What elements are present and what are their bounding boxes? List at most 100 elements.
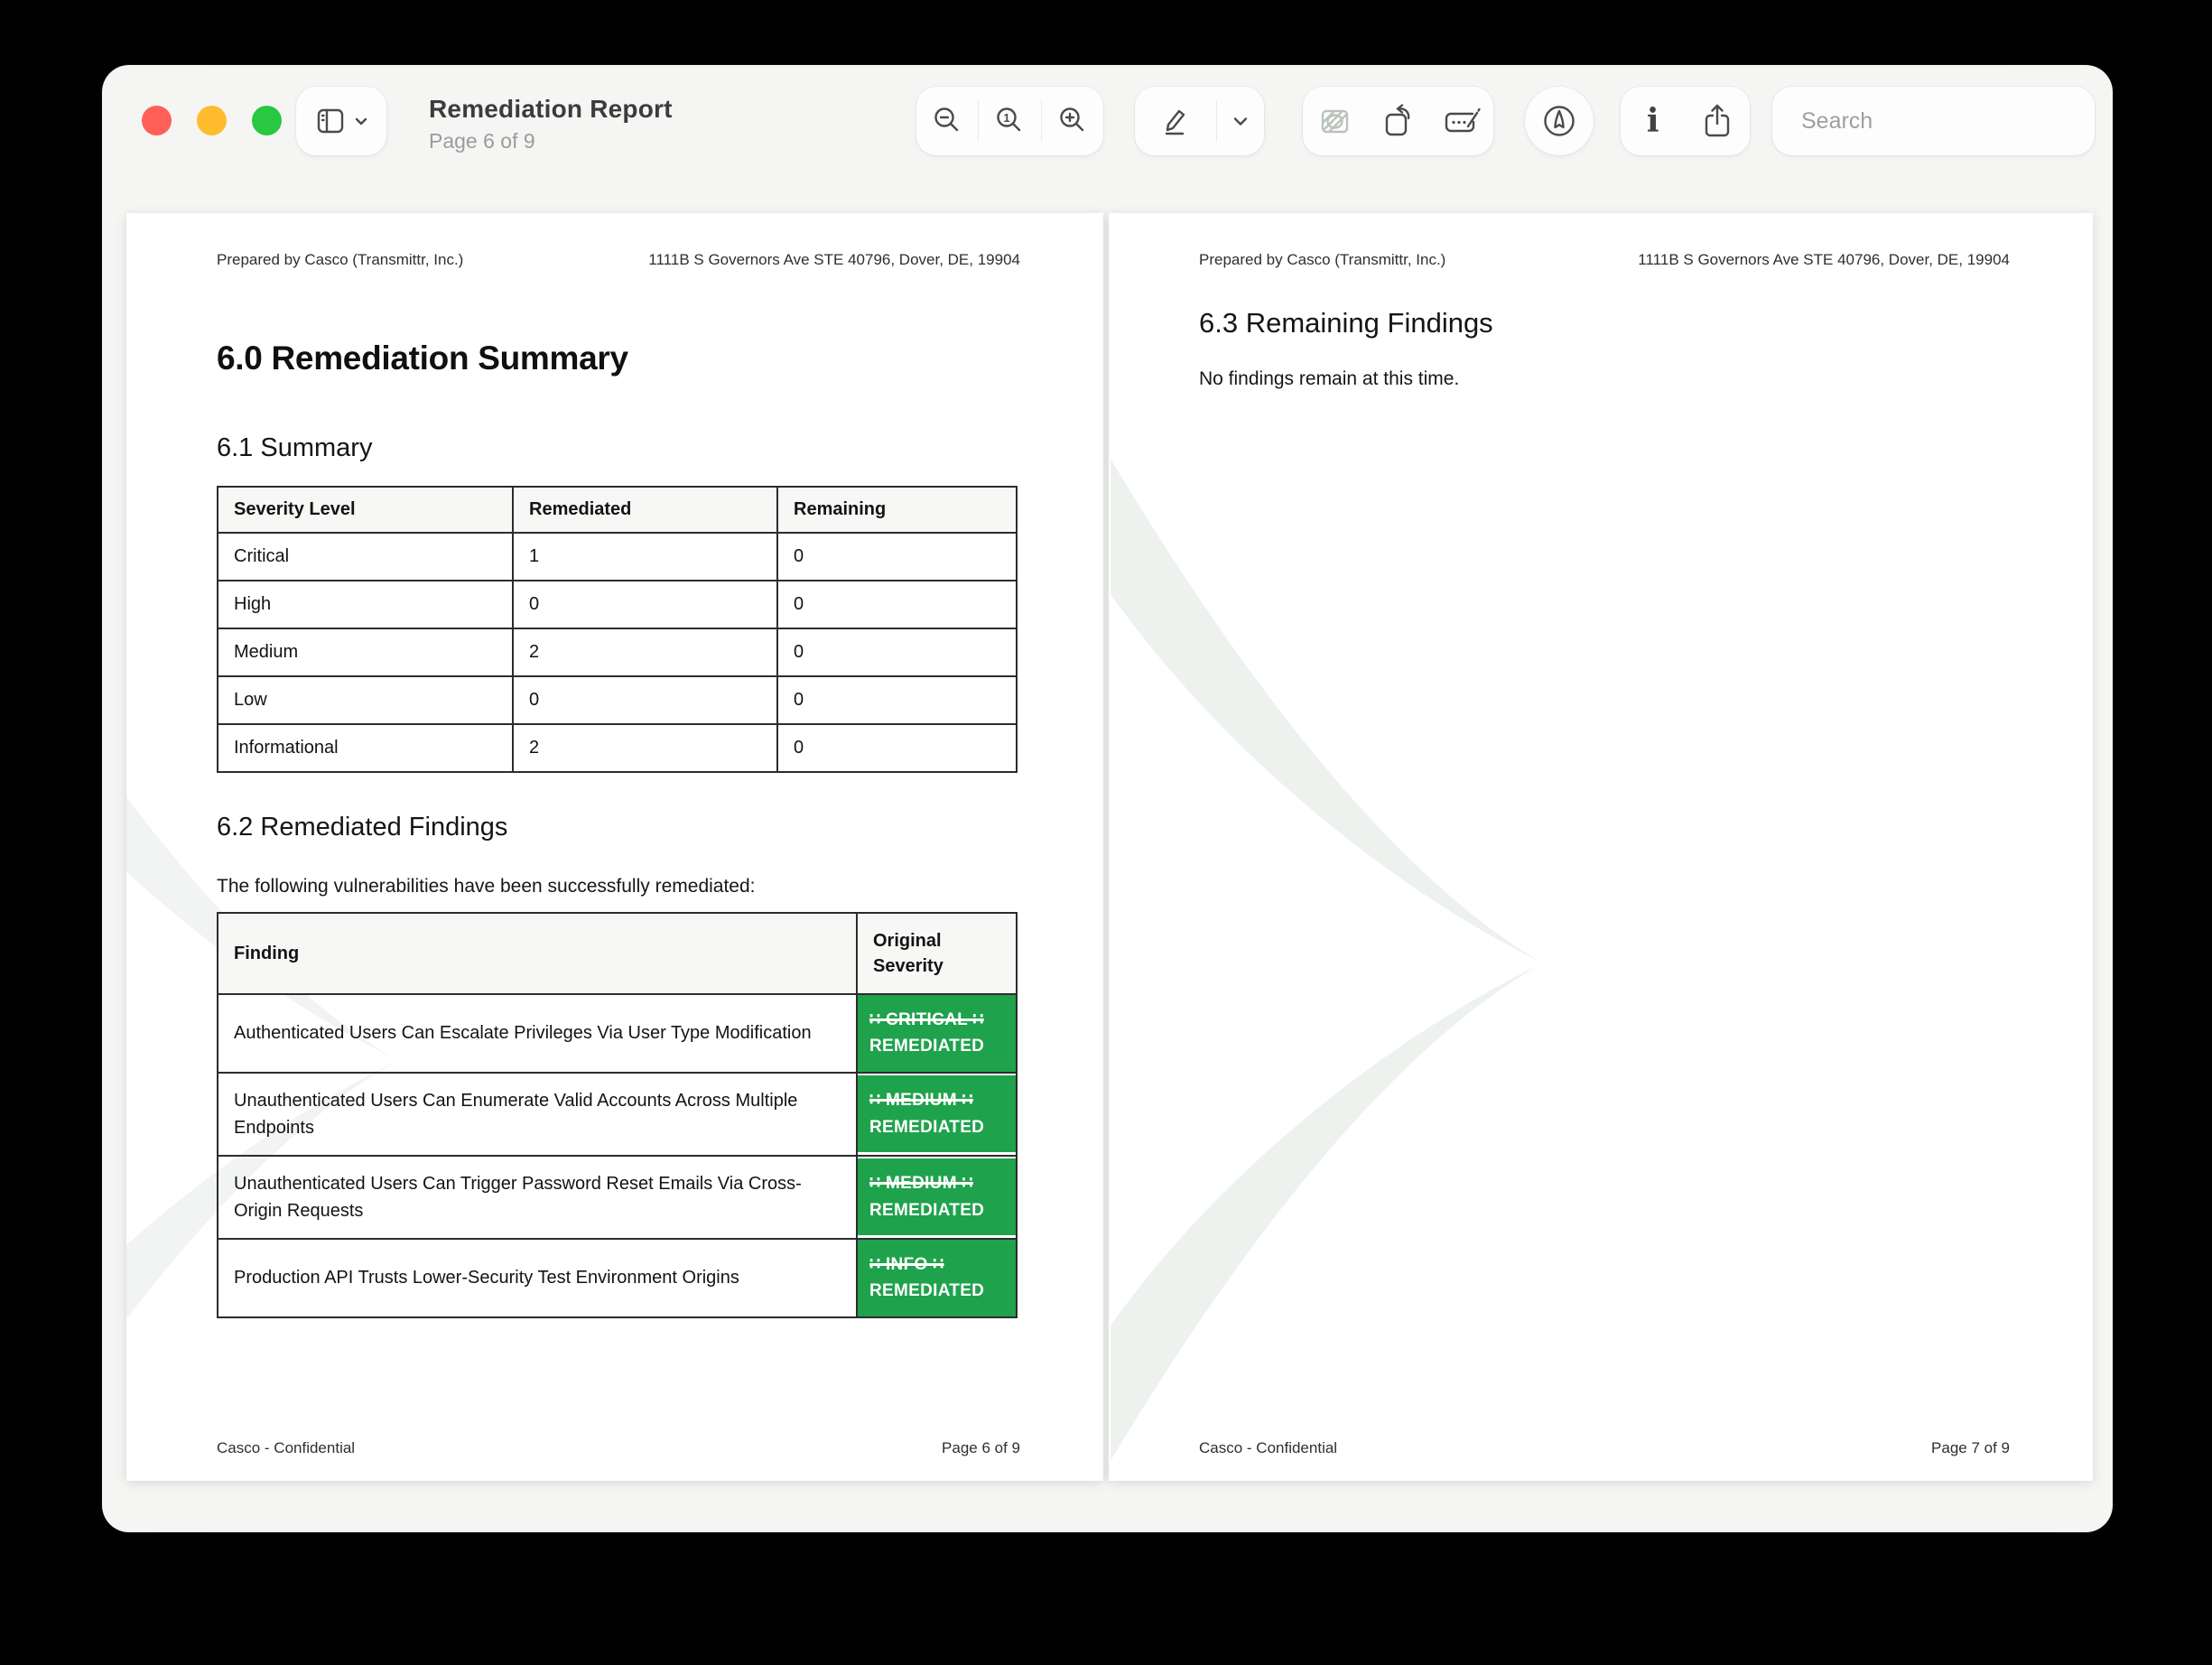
remaining-findings-text: No findings remain at this time. — [1199, 368, 1460, 389]
minimize-window-button[interactable] — [197, 106, 227, 135]
svg-text:1: 1 — [1004, 111, 1010, 125]
column-header: Remaining — [776, 486, 1018, 534]
zoom-out-icon — [934, 107, 959, 132]
window-title-block: Remediation Report Page 6 of 9 — [429, 95, 673, 153]
section-heading-6-3: 6.3 Remaining Findings — [1199, 307, 1493, 339]
sidebar-icon — [317, 108, 344, 134]
info-button[interactable]: i — [1621, 87, 1686, 155]
table-header-row: Finding Original Severity — [217, 912, 1018, 995]
info-share-pill: i — [1621, 87, 1750, 155]
severity-badge-cell: ∷ CRITICAL ∷ REMEDIATED — [856, 993, 1018, 1074]
column-header: Original Severity — [856, 912, 1018, 995]
markup-pen-button[interactable] — [1135, 87, 1216, 155]
zoom-actual-size-button[interactable]: 1 — [979, 87, 1040, 155]
severity-badge-cell: ∷ MEDIUM ∷ REMEDIATED — [856, 1154, 1018, 1240]
status-badge: ∷ MEDIUM ∷ REMEDIATED — [858, 1158, 1016, 1236]
redact-button[interactable] — [1303, 87, 1366, 155]
table-row: Authenticated Users Can Escalate Privile… — [217, 993, 1018, 1074]
original-severity-label: ∷ CRITICAL ∷ — [869, 1010, 984, 1029]
column-header: Severity Level — [217, 486, 514, 534]
section-heading-6-2: 6.2 Remediated Findings — [217, 813, 508, 842]
pen-circle-icon — [1544, 106, 1575, 136]
table-row: Critical 1 0 — [217, 532, 1018, 581]
document-page-7[interactable]: Prepared by Casco (Transmittr, Inc.) 111… — [1109, 213, 2093, 1481]
sidebar-pill — [296, 87, 386, 155]
page-header: Prepared by Casco (Transmittr, Inc.) 111… — [217, 251, 1020, 269]
zoom-in-button[interactable] — [1042, 87, 1103, 155]
address-text: 1111B S Governors Ave STE 40796, Dover, … — [1638, 251, 2010, 268]
table-row: Medium 2 0 — [217, 628, 1018, 677]
table-row: Informational 2 0 — [217, 723, 1018, 773]
page-footer: Casco - Confidential Page 7 of 9 — [1199, 1439, 2010, 1457]
severity-level-cell: Informational — [217, 723, 514, 773]
window-title: Remediation Report — [429, 95, 673, 123]
original-severity-label: ∷ MEDIUM ∷ — [869, 1091, 973, 1111]
severity-level-cell: Low — [217, 675, 514, 725]
zoom-window-button[interactable] — [252, 106, 282, 135]
fill-and-sign-button[interactable] — [1430, 87, 1493, 155]
remaining-count-cell: 0 — [776, 675, 1018, 725]
status-badge: ∷ CRITICAL ∷ REMEDIATED — [858, 995, 1016, 1072]
table-row: Unauthenticated Users Can Trigger Passwo… — [217, 1154, 1018, 1240]
window-page-indicator: Page 6 of 9 — [429, 129, 535, 153]
finding-cell: Production API Trusts Lower-Security Tes… — [217, 1237, 858, 1318]
document-page-6[interactable]: Prepared by Casco (Transmittr, Inc.) 111… — [126, 213, 1103, 1481]
finding-cell: Unauthenticated Users Can Trigger Passwo… — [217, 1154, 858, 1240]
search-input[interactable] — [1801, 107, 2092, 135]
sidebar-toggle-button[interactable] — [296, 87, 386, 155]
smart-annotate-button[interactable] — [1525, 87, 1594, 155]
table-header-row: Severity Level Remediated Remaining — [217, 486, 1018, 534]
finding-cell: Unauthenticated Users Can Enumerate Vali… — [217, 1071, 858, 1157]
info-icon: i — [1646, 102, 1659, 140]
remaining-count-cell: 0 — [776, 532, 1018, 581]
severity-level-cell: Critical — [217, 532, 514, 581]
zoom-out-button[interactable] — [916, 87, 978, 155]
sketch-pill — [1525, 87, 1594, 155]
share-button[interactable] — [1686, 87, 1751, 155]
share-icon — [1705, 104, 1730, 137]
column-header: Finding — [217, 912, 858, 995]
rotate-left-icon — [1386, 104, 1410, 136]
rotate-left-button[interactable] — [1366, 87, 1429, 155]
search-field — [1772, 87, 2095, 155]
zoom-controls-pill: 1 — [916, 87, 1103, 155]
close-window-button[interactable] — [142, 106, 172, 135]
remediated-count-cell: 2 — [512, 628, 778, 677]
markup-options-button[interactable] — [1217, 87, 1264, 155]
page-number-text: Page 7 of 9 — [1931, 1439, 2010, 1456]
zoom-actual-size-icon: 1 — [997, 107, 1021, 132]
confidential-text: Casco - Confidential — [217, 1439, 356, 1456]
status-badge: ∷ INFO ∷ REMEDIATED — [858, 1239, 1016, 1316]
remediated-intro-text: The following vulnerabilities have been … — [217, 876, 756, 897]
redact-icon — [1321, 109, 1349, 134]
markup-pill — [1135, 87, 1264, 155]
annotation-tools-pill — [1303, 87, 1493, 155]
severity-badge-cell: ∷ INFO ∷ REMEDIATED — [856, 1237, 1018, 1318]
zoom-in-icon — [1060, 107, 1084, 132]
chevron-down-icon — [1233, 117, 1248, 126]
address-text: 1111B S Governors Ave STE 40796, Dover, … — [648, 251, 1020, 268]
chevron-down-icon — [355, 117, 367, 126]
remaining-count-cell: 0 — [776, 580, 1018, 629]
column-header: Remediated — [512, 486, 778, 534]
desktop-background: Remediation Report Page 6 of 9 1 i Searc… — [0, 0, 2212, 1665]
remaining-count-cell: 0 — [776, 628, 1018, 677]
confidential-text: Casco - Confidential — [1199, 1439, 1338, 1456]
section-heading-6-0: 6.0 Remediation Summary — [217, 340, 628, 377]
remediated-count-cell: 0 — [512, 580, 778, 629]
severity-badge-cell: ∷ MEDIUM ∷ REMEDIATED — [856, 1071, 1018, 1157]
severity-summary-table: Severity Level Remediated Remaining Crit… — [217, 486, 1018, 773]
preview-window: Remediation Report Page 6 of 9 1 i Searc… — [102, 65, 2113, 1532]
table-row: Unauthenticated Users Can Enumerate Vali… — [217, 1071, 1018, 1157]
table-row: Low 0 0 — [217, 675, 1018, 725]
prepared-by-text: Prepared by Casco (Transmittr, Inc.) — [1199, 251, 1446, 268]
traffic-lights — [142, 106, 282, 135]
table-row: High 0 0 — [217, 580, 1018, 629]
status-badge: ∷ MEDIUM ∷ REMEDIATED — [858, 1075, 1016, 1153]
page-header: Prepared by Casco (Transmittr, Inc.) 111… — [1199, 251, 2010, 269]
severity-level-cell: Medium — [217, 628, 514, 677]
remediated-label: REMEDIATED — [869, 1117, 985, 1137]
original-severity-label: ∷ MEDIUM ∷ — [869, 1174, 973, 1194]
remediated-count-cell: 2 — [512, 723, 778, 773]
remediated-label: REMEDIATED — [869, 1281, 985, 1301]
